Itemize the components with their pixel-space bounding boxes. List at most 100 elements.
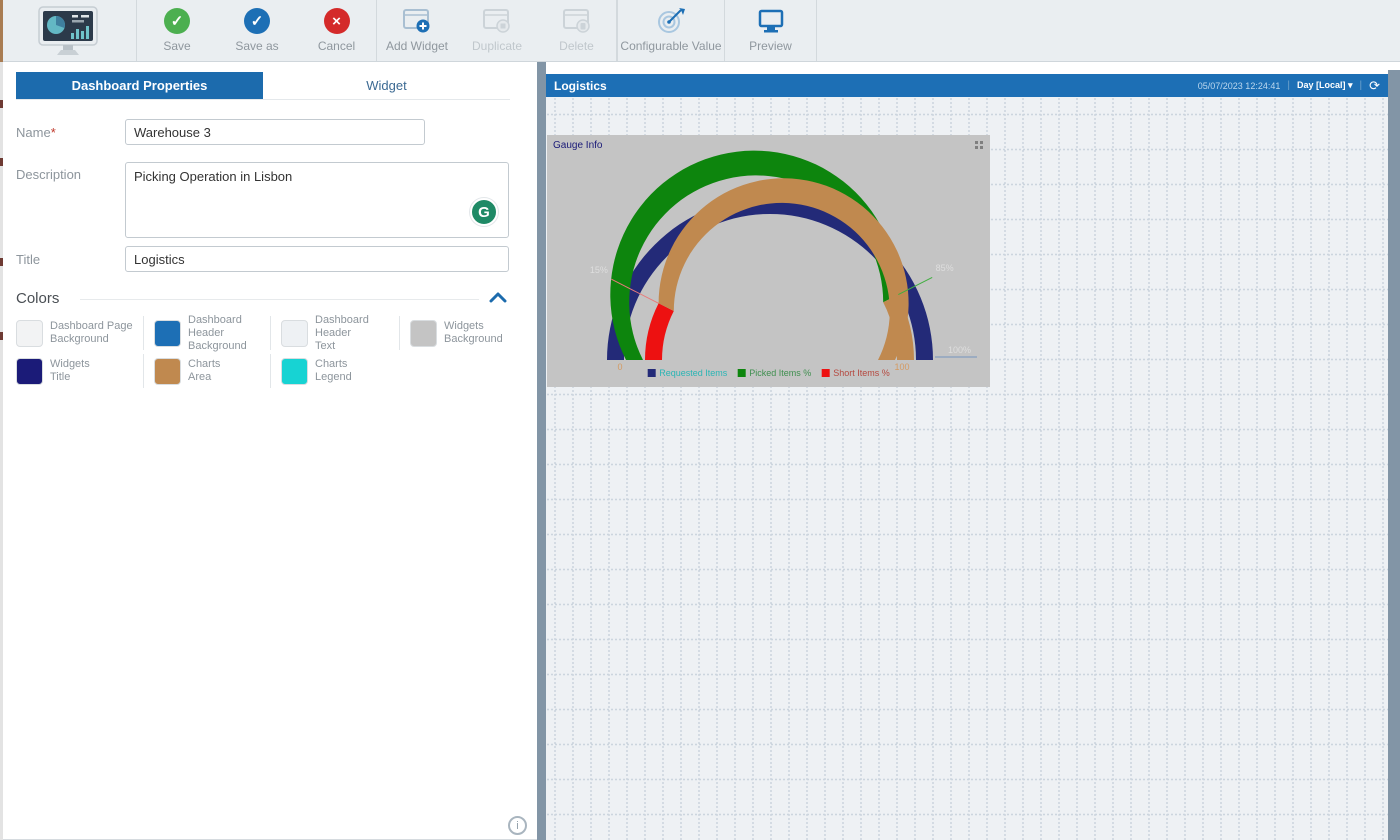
legend-swatch (737, 369, 745, 377)
legend-item-short-items: Short Items % (821, 368, 890, 378)
save-as-check-icon: ✓ (244, 8, 270, 34)
gauge-chart: 15%85%100%0100 (547, 135, 990, 387)
time-range-dropdown[interactable]: Day [Local] ▾ (1297, 80, 1353, 91)
dashboard-timestamp: 05/07/2023 12:24:41 (1198, 81, 1281, 91)
edge-mark (0, 332, 3, 340)
preview-label: Preview (749, 39, 792, 53)
swatch-dashboard-header-text[interactable]: Dashboard HeaderText (270, 316, 399, 350)
toolbar: ✓ Save ✓ Save as × Cancel Add Widget Dup… (0, 0, 1400, 62)
swatch-dashboard-header-background[interactable]: Dashboard HeaderBackground (143, 316, 270, 350)
cancel-label: Cancel (318, 39, 355, 53)
configurable-value-label: Configurable Value (620, 39, 721, 53)
swatch-widgets-background[interactable]: WidgetsBackground (399, 316, 499, 350)
gauge-legend: Requested Items Picked Items % Short Ite… (647, 368, 890, 378)
save-as-button[interactable]: ✓ Save as (217, 0, 297, 61)
color-swatch (16, 320, 43, 347)
configurable-value-button[interactable]: Configurable Value (617, 0, 725, 61)
save-label: Save (163, 39, 190, 53)
color-swatch (154, 358, 181, 385)
dashboard-preview: Logistics 05/07/2023 12:24:41 | Day [Loc… (546, 62, 1388, 840)
save-as-label: Save as (235, 39, 278, 53)
swatch-label: Dashboard PageBackground (50, 320, 133, 346)
color-swatch (281, 358, 308, 385)
collapse-chevron-up-icon[interactable] (489, 292, 507, 303)
window-duplicate-icon (482, 8, 512, 34)
dashboard-canvas-grid: Gauge Info 15%85%100%0100 Requested Item… (546, 97, 1388, 840)
drag-handle-icon[interactable] (975, 141, 984, 150)
legend-label: Requested Items (659, 368, 727, 378)
grammarly-icon[interactable]: G (470, 198, 498, 226)
preview-monitor-icon (757, 8, 785, 34)
legend-swatch (821, 369, 829, 377)
legend-swatch (647, 369, 655, 377)
left-edge-remnant (0, 0, 3, 62)
tab-widget-label: Widget (366, 78, 406, 93)
color-swatch (16, 358, 43, 385)
delete-button[interactable]: Delete (537, 0, 617, 61)
tab-dashboard-properties[interactable]: Dashboard Properties (16, 72, 263, 99)
right-scroll-strip[interactable] (1388, 70, 1400, 840)
panel-tabs: Dashboard Properties Widget (16, 72, 510, 100)
legend-label: Picked Items % (749, 368, 811, 378)
name-input[interactable] (125, 119, 425, 145)
cancel-button[interactable]: × Cancel (297, 0, 377, 61)
description-textarea[interactable]: Picking Operation in Lisbon (125, 162, 509, 238)
delete-label: Delete (559, 39, 594, 53)
cancel-x-icon: × (324, 8, 350, 34)
svg-text:85%: 85% (936, 263, 954, 273)
save-check-icon: ✓ (164, 8, 190, 34)
color-swatch (281, 320, 308, 347)
edge-mark (0, 158, 3, 166)
title-label: Title (16, 252, 40, 267)
swatch-charts-area[interactable]: ChartsArea (143, 354, 270, 388)
preview-button[interactable]: Preview (725, 0, 817, 61)
duplicate-button[interactable]: Duplicate (457, 0, 537, 61)
swatch-dashboard-page-background[interactable]: Dashboard PageBackground (16, 316, 143, 350)
legend-label: Short Items % (833, 368, 890, 378)
required-asterisk: * (51, 125, 56, 140)
gauge-widget-title: Gauge Info (553, 140, 602, 151)
add-widget-label: Add Widget (386, 39, 448, 53)
swatch-charts-legend[interactable]: ChartsLegend (270, 354, 399, 388)
gauge-widget[interactable]: Gauge Info 15%85%100%0100 Requested Item… (547, 135, 990, 387)
svg-text:0: 0 (617, 362, 622, 372)
description-label: Description (16, 167, 81, 182)
refresh-icon[interactable]: ⟳ (1369, 79, 1380, 92)
properties-panel: Dashboard Properties Widget Name* Descri… (0, 62, 537, 840)
left-edge-remnant-lower (0, 62, 3, 840)
swatch-label: WidgetsBackground (444, 320, 503, 346)
header-separator: | (1287, 80, 1290, 91)
tab-widget[interactable]: Widget (263, 72, 510, 99)
svg-text:100: 100 (894, 362, 909, 372)
name-label: Name* (16, 125, 56, 140)
tab-dashboard-properties-label: Dashboard Properties (72, 78, 208, 93)
window-delete-icon (562, 8, 592, 34)
legend-item-requested-items: Requested Items (647, 368, 727, 378)
edge-mark (0, 258, 3, 266)
dashboard-header-controls: 05/07/2023 12:24:41 | Day [Local] ▾ | ⟳ (1198, 79, 1380, 92)
legend-item-picked-items: Picked Items % (737, 368, 811, 378)
swatch-label: Dashboard HeaderBackground (188, 314, 270, 353)
window-plus-icon (402, 8, 432, 34)
swatch-widgets-title[interactable]: WidgetsTitle (16, 354, 143, 388)
colors-divider (80, 299, 479, 300)
svg-text:15%: 15% (590, 265, 608, 275)
info-icon[interactable]: i (508, 816, 527, 835)
swatch-label: WidgetsTitle (50, 358, 90, 384)
panel-splitter[interactable] (537, 62, 546, 840)
dashboard-monitor-logo-icon (31, 5, 105, 57)
color-swatch (154, 320, 181, 347)
header-separator: | (1359, 80, 1362, 91)
colors-heading: Colors (16, 290, 59, 307)
target-dart-icon (656, 8, 686, 34)
save-button[interactable]: ✓ Save (137, 0, 217, 61)
swatch-label: ChartsLegend (315, 358, 352, 384)
duplicate-label: Duplicate (472, 39, 522, 53)
dashboard-header-bar: Logistics 05/07/2023 12:24:41 | Day [Loc… (546, 74, 1388, 97)
color-swatch (410, 320, 437, 347)
title-input[interactable] (125, 246, 509, 272)
add-widget-button[interactable]: Add Widget (377, 0, 457, 61)
swatch-label: ChartsArea (188, 358, 220, 384)
edge-mark (0, 100, 3, 108)
color-swatch-grid: Dashboard PageBackground Dashboard Heade… (16, 316, 516, 388)
